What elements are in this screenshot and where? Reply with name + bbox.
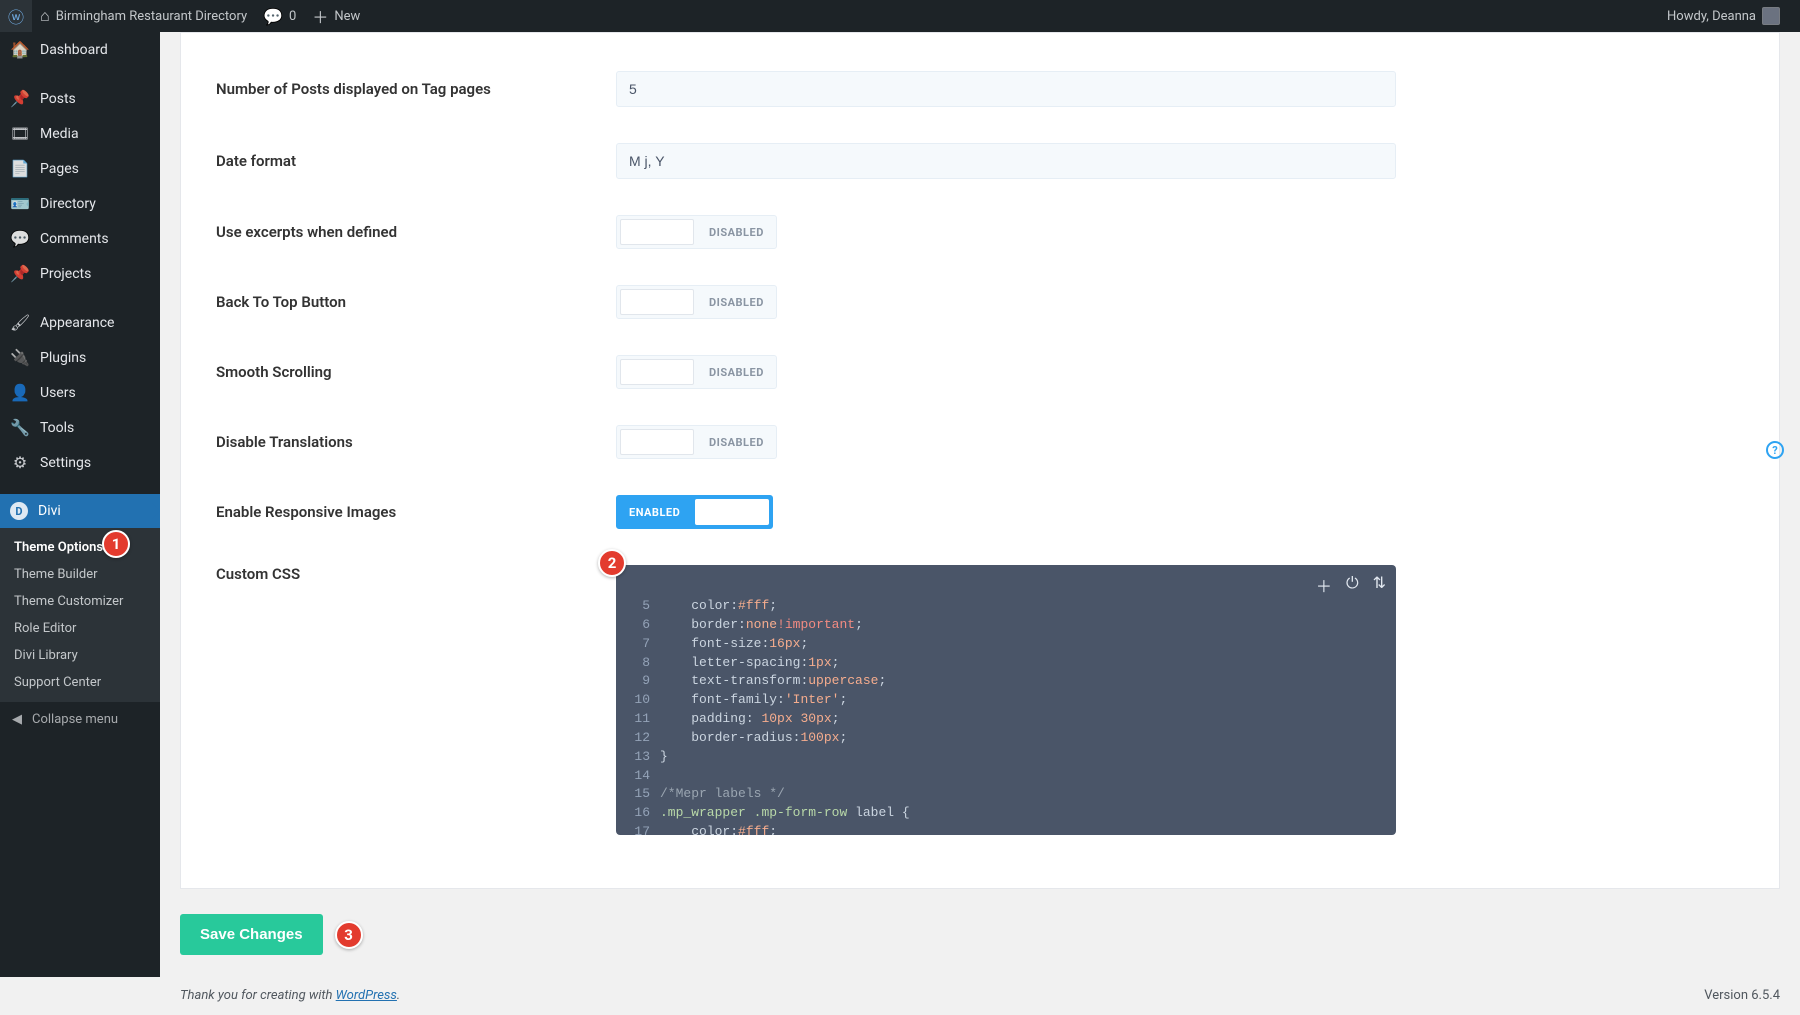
collapse-menu[interactable]: ◀Collapse menu [0,702,160,737]
menu-plugins[interactable]: 🔌Plugins [0,340,160,375]
brush-icon: 🖌 [10,313,30,332]
input-date-format[interactable] [616,143,1396,179]
label-posts-tag: Number of Posts displayed on Tag pages [216,80,616,98]
annotation-3: 3 [335,921,363,949]
pin-icon: 📌 [10,264,30,283]
label-disable-trans: Disable Translations [216,433,616,451]
label-back-to-top: Back To Top Button [216,293,616,311]
wrench-icon: 🔧 [10,418,30,437]
label-responsive-img: Enable Responsive Images [216,503,616,521]
card-icon: 🪪 [10,194,30,213]
menu-pages[interactable]: 📄Pages [0,151,160,186]
input-posts-tag[interactable] [616,71,1396,107]
row-back-to-top: Back To Top Button DISABLED [216,267,1744,337]
page-icon: 📄 [10,159,30,178]
save-row: Save Changes 3 [180,914,1800,955]
row-posts-tag: Number of Posts displayed on Tag pages [216,53,1744,125]
submenu-theme-builder[interactable]: Theme Builder [0,561,160,588]
wp-logo[interactable]: ⓦ [0,0,32,32]
toggle-responsive-img[interactable]: ENABLED [616,495,773,529]
footer-thanks: Thank you for creating with WordPress. [180,988,400,1003]
dashboard-icon: 🏠 [10,40,30,59]
wordpress-link[interactable]: WordPress [336,988,397,1003]
home-icon: ⌂ [40,6,50,26]
menu-users[interactable]: 👤Users [0,375,160,410]
menu-comments[interactable]: 💬Comments [0,221,160,256]
new-content[interactable]: ＋ New [304,0,368,32]
css-editor[interactable]: 5 color:#fff;6 border:none!important;7 f… [616,565,1396,835]
howdy-text: Howdy, Deanna [1667,9,1756,24]
row-disable-trans: Disable Translations DISABLED [216,407,1744,477]
new-label: New [334,9,360,24]
avatar [1762,7,1780,25]
comments-link[interactable]: 💬0 [255,0,304,32]
collapse-icon: ◀ [12,712,22,727]
row-responsive-img: Enable Responsive Images ENABLED [216,477,1744,547]
row-use-excerpts: Use excerpts when defined DISABLED [216,197,1744,267]
label-use-excerpts: Use excerpts when defined [216,223,616,241]
annotation-1: 1 [102,530,130,558]
menu-appearance[interactable]: 🖌Appearance [0,305,160,340]
label-smooth-scroll: Smooth Scrolling [216,363,616,381]
toggle-use-excerpts[interactable]: DISABLED [616,215,777,249]
menu-posts[interactable]: 📌Posts [0,81,160,116]
gear-icon: ⚙ [10,453,30,472]
submenu-theme-options[interactable]: Theme Options 1 [0,534,160,561]
menu-divi[interactable]: DDivi [0,494,160,528]
submenu-support-center[interactable]: Support Center [0,669,160,696]
row-date-format: Date format [216,125,1744,197]
site-name: Birmingham Restaurant Directory [56,9,247,24]
plus-icon: ＋ [312,4,328,28]
admin-bar: ⓦ ⌂Birmingham Restaurant Directory 💬0 ＋N… [0,0,1800,32]
row-smooth-scroll: Smooth Scrolling DISABLED [216,337,1744,407]
pin-icon: 📌 [10,89,30,108]
editor-expand-icon[interactable]: ⇅ [1373,573,1386,597]
wordpress-icon: ⓦ [8,4,24,28]
comments-count: 0 [289,9,296,24]
user-icon: 👤 [10,383,30,402]
plug-icon: 🔌 [10,348,30,367]
divi-submenu: Theme Options 1 Theme Builder Theme Cust… [0,528,160,702]
menu-dashboard[interactable]: 🏠Dashboard [0,32,160,67]
menu-media[interactable]: 🎞Media [0,116,160,151]
menu-directory[interactable]: 🪪Directory [0,186,160,221]
howdy-link[interactable]: Howdy, Deanna [1659,0,1788,32]
comment-icon: 💬 [263,7,283,26]
toggle-disable-trans[interactable]: DISABLED [616,425,777,459]
media-icon: 🎞 [10,124,30,143]
annotation-2: 2 [598,549,626,577]
page-body: Number of Posts displayed on Tag pages D… [160,32,1800,1015]
menu-tools[interactable]: 🔧Tools [0,410,160,445]
submenu-theme-customizer[interactable]: Theme Customizer [0,588,160,615]
editor-toolbar: ＋ ⏻ ⇅ [1316,573,1386,597]
editor-power-icon[interactable]: ⏻ [1346,573,1359,597]
submenu-divi-library[interactable]: Divi Library [0,642,160,669]
theme-options-panel: Number of Posts displayed on Tag pages D… [180,32,1780,889]
label-date-format: Date format [216,152,616,170]
site-link[interactable]: ⌂ Birmingham Restaurant Directory [32,0,255,32]
row-custom-css: Custom CSS 2 ＋ ⏻ ⇅ 5 color:#fff;6 border… [216,547,1744,853]
submenu-role-editor[interactable]: Role Editor [0,615,160,642]
help-icon[interactable]: ? [1766,441,1784,459]
footer-version: Version 6.5.4 [1704,988,1780,1003]
menu-settings[interactable]: ⚙Settings [0,445,160,480]
footer: Thank you for creating with WordPress. V… [160,976,1800,1015]
editor-add-icon[interactable]: ＋ [1316,573,1332,597]
admin-menu: 🏠Dashboard 📌Posts 🎞Media 📄Pages 🪪Directo… [0,32,160,977]
label-custom-css: Custom CSS [216,565,616,583]
comment-icon: 💬 [10,229,30,248]
toggle-smooth-scroll[interactable]: DISABLED [616,355,777,389]
divi-icon: D [10,502,28,520]
save-button[interactable]: Save Changes [180,914,323,955]
toggle-back-to-top[interactable]: DISABLED [616,285,777,319]
menu-projects[interactable]: 📌Projects [0,256,160,291]
